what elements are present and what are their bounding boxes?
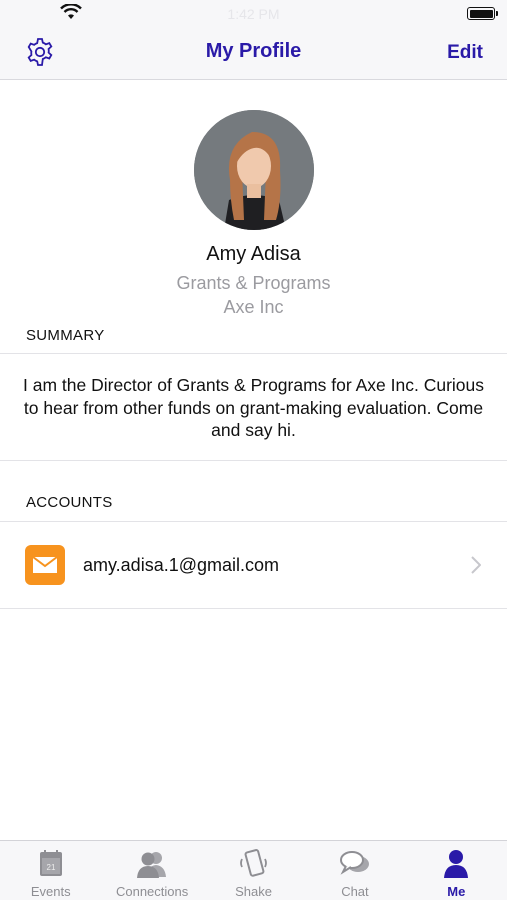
account-email: amy.adisa.1@gmail.com bbox=[83, 555, 280, 575]
status-bar: 1:42 PM bbox=[0, 0, 507, 28]
tab-me[interactable]: Me bbox=[406, 841, 507, 900]
chat-icon bbox=[339, 851, 369, 875]
tab-label: Chat bbox=[341, 884, 369, 899]
battery-icon bbox=[467, 7, 498, 20]
shake-phone-icon bbox=[239, 849, 267, 877]
tab-shake[interactable]: Shake bbox=[203, 841, 304, 900]
calendar-day: 21 bbox=[46, 863, 55, 872]
tab-label: Me bbox=[447, 884, 466, 899]
edit-button[interactable]: Edit bbox=[447, 42, 483, 64]
summary-text: I am the Director of Grants & Programs f… bbox=[23, 375, 484, 440]
divider bbox=[0, 353, 507, 354]
tab-label: Shake bbox=[235, 884, 272, 899]
tab-connections[interactable]: Connections bbox=[101, 841, 202, 900]
mail-icon bbox=[25, 545, 65, 585]
avatar bbox=[194, 110, 314, 230]
profile-company: Axe Inc bbox=[223, 297, 284, 317]
chevron-right-icon bbox=[471, 556, 481, 574]
people-icon bbox=[137, 852, 167, 878]
profile-name: Amy Adisa bbox=[206, 243, 301, 265]
nav-bar: My Profile Edit bbox=[0, 28, 507, 80]
accounts-header: ACCOUNTS bbox=[26, 494, 113, 511]
tab-bar: 21 Events Connections Shake Chat Me bbox=[0, 840, 507, 900]
tab-label: Connections bbox=[115, 884, 189, 899]
profile-department: Grants & Programs bbox=[176, 273, 331, 293]
divider bbox=[0, 460, 507, 461]
tab-label: Events bbox=[30, 884, 71, 899]
status-time: 1:42 PM bbox=[227, 6, 280, 22]
page-title: My Profile bbox=[205, 40, 302, 62]
divider bbox=[0, 608, 507, 609]
tab-chat[interactable]: Chat bbox=[304, 841, 405, 900]
tab-events[interactable]: 21 Events bbox=[0, 841, 101, 900]
account-row-email[interactable]: amy.adisa.1@gmail.com bbox=[0, 522, 507, 608]
person-icon bbox=[444, 850, 469, 878]
calendar-icon: 21 bbox=[39, 850, 62, 876]
summary-header: SUMMARY bbox=[26, 327, 105, 344]
